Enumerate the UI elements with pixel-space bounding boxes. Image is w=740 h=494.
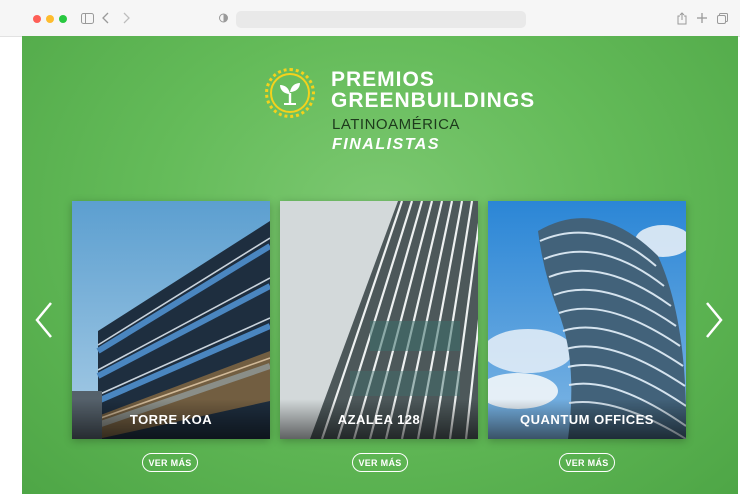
section-heading: FINALISTAS xyxy=(332,136,441,153)
sidebar-icon[interactable] xyxy=(80,10,94,26)
browser-toolbar xyxy=(0,0,740,37)
share-icon[interactable] xyxy=(676,10,688,26)
card-title: QUANTUM OFFICES xyxy=(488,399,686,439)
ver-mas-button-quantum-offices[interactable]: VER MÁS xyxy=(559,453,615,472)
project-card-torre-koa[interactable]: TORRE KOA xyxy=(72,201,270,439)
back-icon[interactable] xyxy=(101,10,111,26)
sprout-logo-icon xyxy=(265,68,315,118)
page-subtitle: LATINOAMÉRICA xyxy=(332,116,460,133)
page-content: PREMIOS GREENBUILDINGS LATINOAMÉRICA FIN… xyxy=(22,36,738,494)
page-title-line2: GREENBUILDINGS xyxy=(331,89,536,112)
carousel-next-arrow-icon[interactable] xyxy=(704,300,724,340)
new-tab-icon[interactable] xyxy=(696,10,708,26)
carousel-prev-arrow-icon[interactable] xyxy=(34,300,54,340)
address-bar[interactable] xyxy=(236,11,526,28)
zoom-window-button[interactable] xyxy=(59,15,67,23)
project-card-quantum-offices[interactable]: QUANTUM OFFICES xyxy=(488,201,686,439)
ver-mas-button-azalea-128[interactable]: VER MÁS xyxy=(352,453,408,472)
card-title: TORRE KOA xyxy=(72,399,270,439)
card-title: AZALEA 128 xyxy=(280,399,478,439)
page-title-line1: PREMIOS xyxy=(331,68,435,91)
minimize-window-button[interactable] xyxy=(46,15,54,23)
forward-icon[interactable] xyxy=(121,10,131,26)
project-card-azalea-128[interactable]: AZALEA 128 xyxy=(280,201,478,439)
ver-mas-button-torre-koa[interactable]: VER MÁS xyxy=(142,453,198,472)
close-window-button[interactable] xyxy=(33,15,41,23)
tabs-icon[interactable] xyxy=(716,10,728,26)
shield-icon xyxy=(218,10,228,26)
